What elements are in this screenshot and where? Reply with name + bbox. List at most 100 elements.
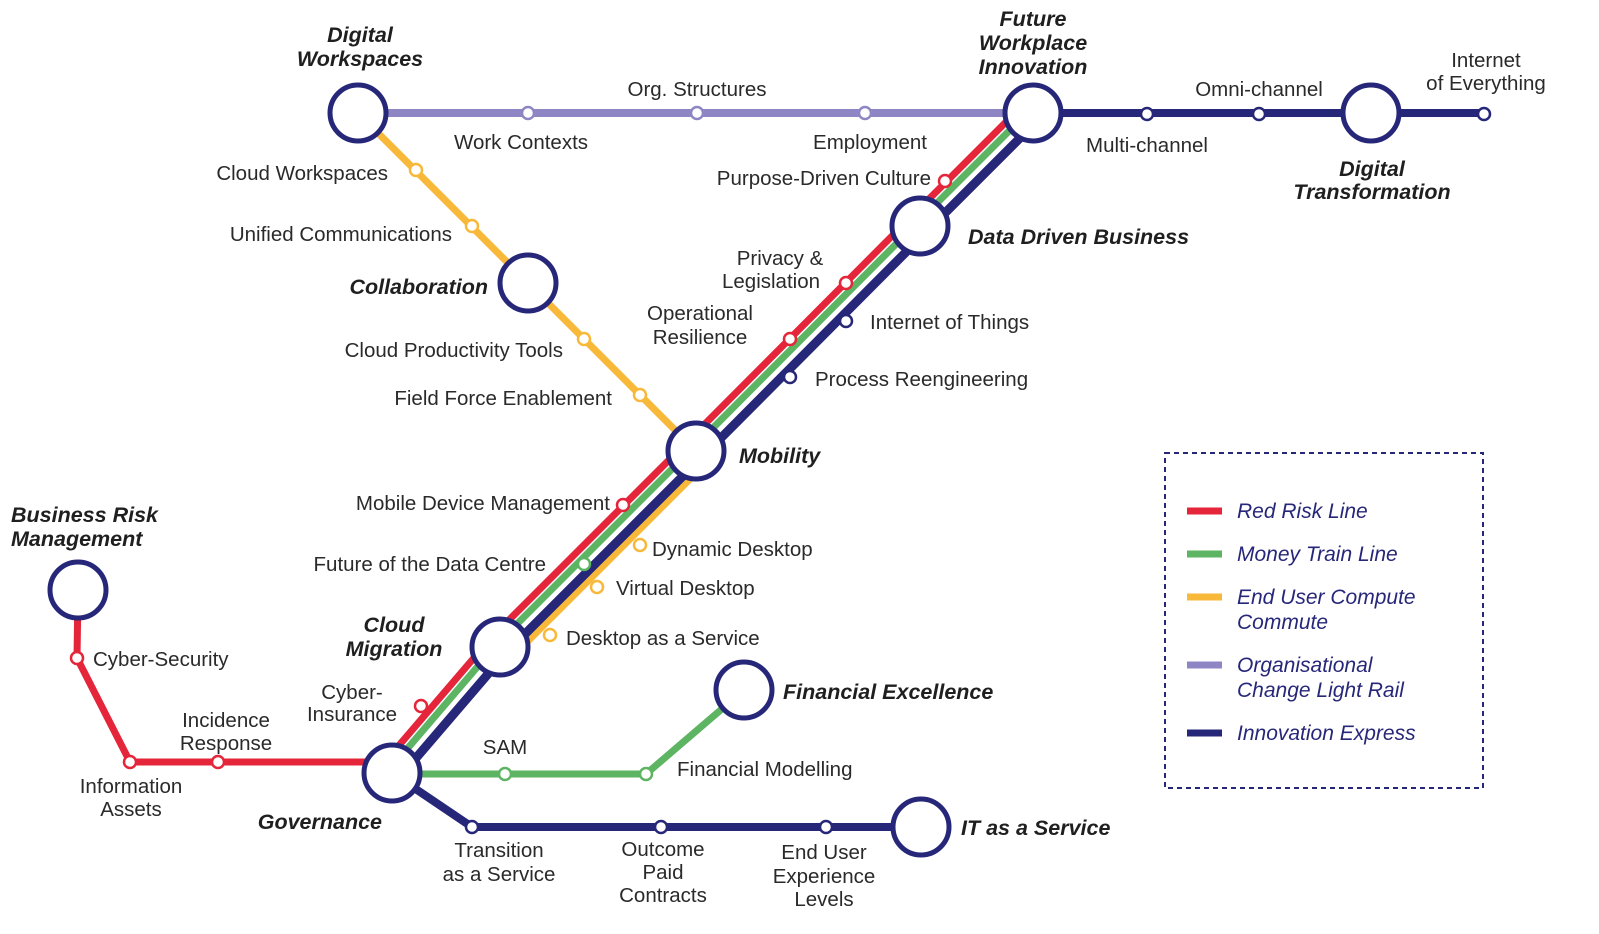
stop-cloud-workspaces[interactable] — [408, 162, 424, 178]
stop-label: Cloud Productivity Tools — [345, 339, 563, 362]
stop-label: Employment — [813, 131, 927, 154]
stop-label: Operational — [647, 302, 753, 325]
stop-label: Unified Communications — [230, 223, 452, 246]
station-mobility[interactable] — [665, 420, 727, 482]
stop-label: Desktop as a Service — [566, 627, 760, 650]
station-it-as-service[interactable] — [890, 796, 952, 858]
stop-label: Experience — [773, 865, 876, 888]
stop-mdm[interactable] — [615, 497, 631, 513]
stop-cyber-security[interactable] — [69, 650, 85, 666]
stop-label: Purpose-Driven Culture — [717, 167, 931, 190]
stop-data-centre[interactable] — [576, 556, 592, 572]
stop-incidence[interactable] — [210, 754, 226, 770]
stop-org-structures[interactable] — [689, 105, 705, 121]
station-label: Business Risk — [11, 503, 159, 527]
stop-label: Privacy & — [737, 247, 824, 270]
stop-label: Omni-channel — [1195, 78, 1323, 101]
stop-label: Multi-channel — [1086, 134, 1208, 157]
station-label: Workplace — [979, 31, 1087, 55]
stop-label: Information — [80, 775, 183, 798]
stop-unified-comms[interactable] — [464, 218, 480, 234]
stop-purpose-driven[interactable] — [937, 173, 953, 189]
stop-process[interactable] — [782, 369, 798, 385]
station-business-risk[interactable] — [47, 559, 109, 621]
stop-cloud-productivity[interactable] — [576, 331, 592, 347]
legend-label: Organisational — [1237, 654, 1374, 677]
stop-sam[interactable] — [497, 766, 513, 782]
station-financial-excellence[interactable] — [713, 659, 775, 721]
station-future-workplace[interactable] — [1002, 82, 1064, 144]
stop-label: End User — [781, 841, 867, 864]
station-label: Data Driven Business — [968, 225, 1189, 249]
stop-transition[interactable] — [464, 819, 480, 835]
station-label: Workspaces — [297, 47, 423, 71]
stop-omni-channel[interactable] — [1251, 106, 1267, 122]
stop-label: Legislation — [722, 270, 820, 293]
stop-work-contexts[interactable] — [520, 105, 536, 121]
stop-field-force[interactable] — [632, 387, 648, 403]
navy-line-branch — [388, 769, 925, 831]
stop-label: as a Service — [443, 863, 556, 886]
station-label: Cloud — [364, 613, 426, 637]
stop-internet-everything[interactable] — [1476, 106, 1492, 122]
stop-label: Contracts — [619, 884, 707, 907]
stop-label: Assets — [100, 798, 162, 821]
stop-outcome[interactable] — [653, 819, 669, 835]
legend-label: Red Risk Line — [1237, 500, 1368, 523]
stop-label: Insurance — [307, 703, 397, 726]
station-label: Collaboration — [349, 275, 488, 299]
stop-label: Mobile Device Management — [356, 492, 610, 515]
stop-iot[interactable] — [838, 313, 854, 329]
stop-label: Internet of Things — [870, 311, 1029, 334]
stop-info-assets[interactable] — [122, 754, 138, 770]
stop-label: Incidence — [182, 709, 270, 732]
stop-label: Response — [180, 732, 272, 755]
station-label: Migration — [346, 637, 443, 661]
stop-label: Transition — [454, 839, 543, 862]
stop-label: Financial Modelling — [677, 758, 852, 781]
stop-label: Org. Structures — [628, 78, 767, 101]
legend: Red Risk Line Money Train Line End User … — [1164, 452, 1484, 789]
station-label: Digital — [1339, 157, 1406, 181]
stop-label: Cyber-Security — [93, 648, 229, 671]
station-label: Governance — [258, 810, 382, 834]
stop-employment[interactable] — [857, 105, 873, 121]
stop-label: Cloud Workspaces — [216, 162, 388, 185]
stop-label: Future of the Data Centre — [314, 553, 546, 576]
station-cloud-migration[interactable] — [469, 616, 531, 678]
stop-dynamic-desktop[interactable] — [632, 537, 648, 553]
station-label: Financial Excellence — [783, 680, 993, 704]
legend-label: Commute — [1237, 611, 1328, 634]
stop-multi-channel[interactable] — [1139, 106, 1155, 122]
stop-label: Resilience — [653, 326, 748, 349]
station-data-driven[interactable] — [889, 195, 951, 257]
station-digital-transformation[interactable] — [1340, 82, 1402, 144]
station-governance[interactable] — [361, 742, 423, 804]
station-label: Digital — [327, 23, 394, 47]
station-label: Mobility — [739, 444, 821, 468]
stop-label: Virtual Desktop — [616, 577, 755, 600]
station-digital-workspaces[interactable] — [327, 82, 389, 144]
station-label: Future — [1000, 7, 1067, 31]
stop-label: Internet — [1451, 49, 1521, 72]
stop-financial-modelling[interactable] — [638, 766, 654, 782]
legend-label: End User Compute — [1237, 586, 1416, 609]
stop-cyber-insurance[interactable] — [413, 698, 429, 714]
stop-label: Paid — [642, 861, 683, 884]
stop-label: of Everything — [1426, 72, 1546, 95]
stop-privacy[interactable] — [838, 275, 854, 291]
stop-daas[interactable] — [542, 627, 558, 643]
stop-label: Outcome — [621, 838, 704, 861]
station-label: Innovation — [979, 55, 1088, 79]
stop-label: SAM — [483, 736, 527, 759]
station-label: IT as a Service — [961, 816, 1110, 840]
stop-end-user[interactable] — [818, 819, 834, 835]
station-collaboration[interactable] — [497, 252, 559, 314]
stop-operational[interactable] — [782, 331, 798, 347]
legend-label: Change Light Rail — [1237, 679, 1405, 702]
stop-labels: Org. Structures Work Contexts Employment… — [80, 49, 1546, 911]
stop-virtual-desktop[interactable] — [589, 579, 605, 595]
station-label: Transformation — [1293, 180, 1450, 204]
stop-label: Work Contexts — [454, 131, 588, 154]
legend-label: Money Train Line — [1237, 543, 1398, 566]
